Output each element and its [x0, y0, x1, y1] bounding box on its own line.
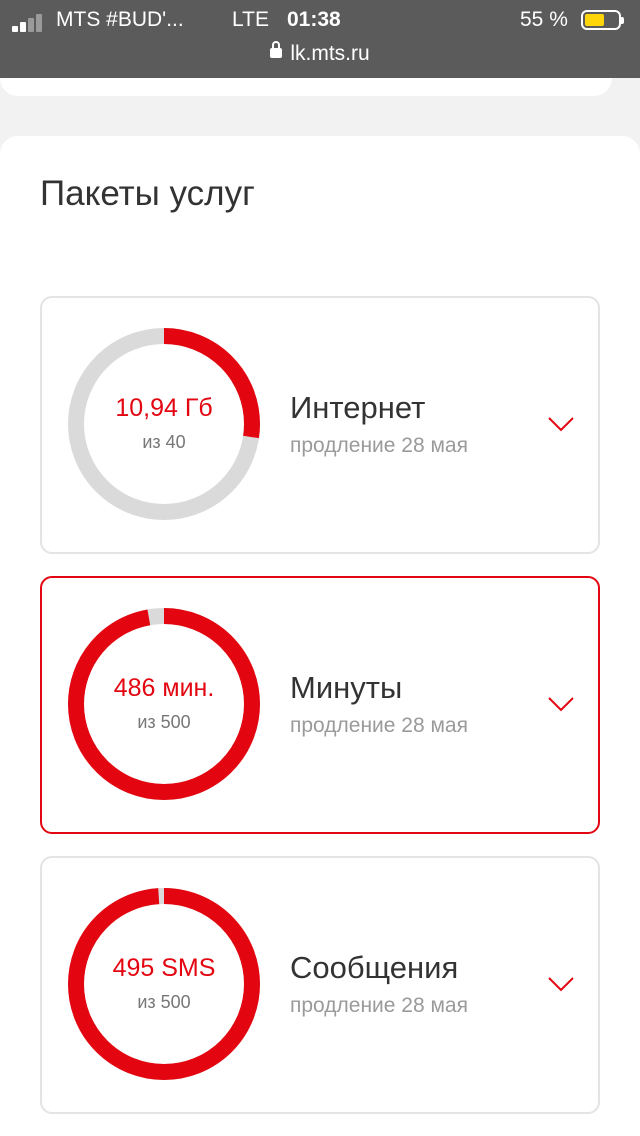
battery-icon — [581, 10, 624, 30]
ring-progress — [68, 608, 260, 800]
usage-ring: 486 мин. из 500 — [66, 606, 262, 802]
chevron-down-icon[interactable] — [548, 696, 574, 712]
battery-percent: 55 % — [520, 8, 568, 31]
renewal-date: продление 28 мая — [290, 714, 468, 737]
total-value: из 500 — [137, 712, 191, 732]
section-title: Пакеты услуг — [40, 174, 255, 213]
signal-icon — [12, 12, 48, 32]
total-value: из 40 — [142, 432, 186, 452]
address-bar[interactable]: lk.mts.ru — [0, 41, 640, 66]
chevron-down-icon[interactable] — [548, 976, 574, 992]
chevron-down-icon[interactable] — [548, 416, 574, 432]
remaining-value: 495 SMS — [112, 954, 216, 982]
remaining-value: 10,94 Гб — [115, 394, 213, 422]
total-value: из 500 — [137, 992, 191, 1012]
clock: 01:38 — [287, 8, 341, 31]
url-text: lk.mts.ru — [290, 42, 370, 65]
lock-icon — [270, 41, 283, 59]
renewal-date: продление 28 мая — [290, 434, 468, 457]
package-card-sms[interactable]: 495 SMS из 500 Сообщения продление 28 ма… — [40, 856, 600, 1114]
package-card-minutes[interactable]: 486 мин. из 500 Минуты продление 28 мая — [40, 576, 600, 834]
usage-ring: 495 SMS из 500 — [66, 886, 262, 1082]
package-name: Минуты — [290, 670, 403, 705]
ring-progress — [68, 888, 260, 1080]
package-name: Интернет — [290, 390, 426, 425]
network-type: LTE — [232, 8, 269, 31]
renewal-date: продление 28 мая — [290, 994, 468, 1017]
previous-card — [0, 78, 612, 96]
package-card-internet[interactable]: 10,94 Гб из 40 Интернет продление 28 мая — [40, 296, 600, 554]
package-name: Сообщения — [290, 950, 459, 985]
packages-card: Пакеты услуг 10,94 Гб из 40 Интернет про… — [0, 136, 640, 1136]
carrier-name: MTS #BUD'... — [56, 8, 184, 31]
usage-ring: 10,94 Гб из 40 — [66, 326, 262, 522]
status-bar: MTS #BUD'... LTE 01:38 55 % lk.mts.ru — [0, 0, 640, 78]
remaining-value: 486 мин. — [113, 674, 215, 702]
